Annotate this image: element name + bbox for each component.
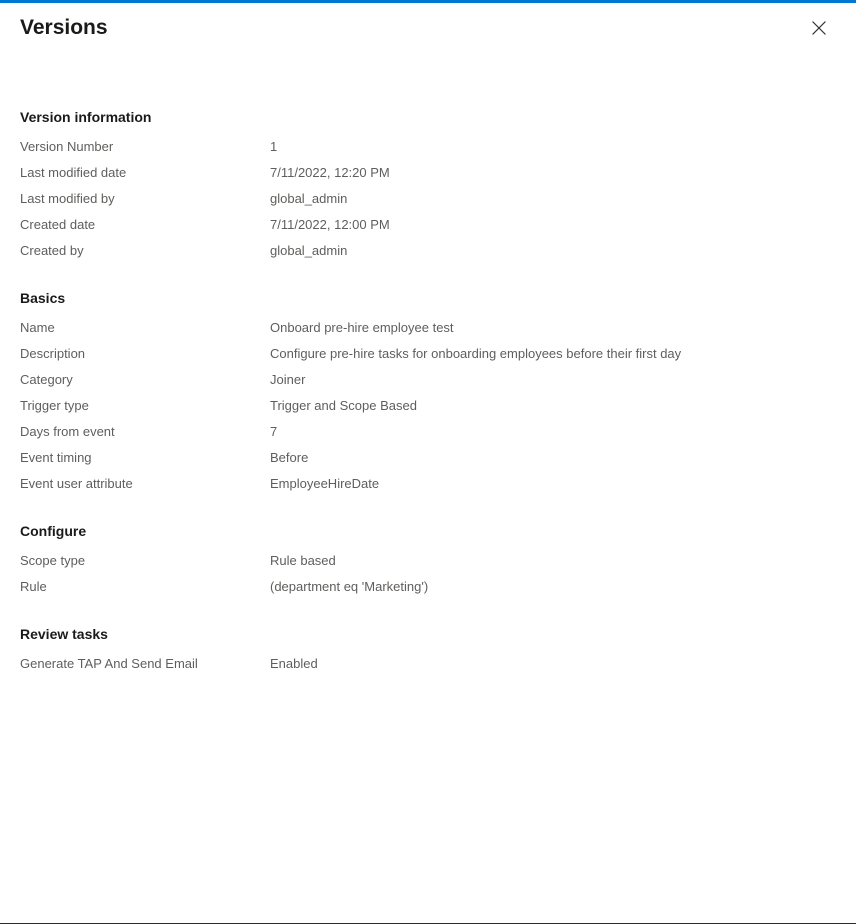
detail-value: Trigger and Scope Based [270, 398, 417, 413]
detail-row: Trigger type Trigger and Scope Based [20, 393, 836, 419]
detail-row: Days from event 7 [20, 419, 836, 445]
detail-row: Scope type Rule based [20, 548, 836, 574]
detail-row: Version Number 1 [20, 134, 836, 160]
sections-container: Version information Version Number 1 Last m… [20, 107, 836, 677]
detail-row: Name Onboard pre-hire employee test [20, 315, 836, 341]
section: Configure Scope type Rule based Rule (depart… [20, 521, 836, 600]
section-heading: Review tasks [20, 626, 108, 642]
detail-row: Created date 7/11/2022, 12:00 PM [20, 212, 836, 238]
section: Basics Name Onboard pre-hire employee test… [20, 288, 836, 497]
detail-label: Category [20, 372, 73, 387]
detail-label: Name [20, 320, 55, 335]
detail-label: Description [20, 346, 86, 361]
detail-label: Days from event [20, 424, 115, 439]
detail-label: Event timing [20, 450, 92, 465]
detail-value: Before [270, 450, 309, 465]
detail-label: Version Number [20, 139, 114, 154]
detail-row: Last modified by global_admin [20, 186, 836, 212]
panel-body: Version information Version Number 1 Last m… [0, 52, 856, 923]
section-heading: Basics [20, 290, 66, 306]
detail-row: Last modified date 7/11/2022, 12:20 PM [20, 160, 836, 186]
detail-value: Configure pre-hire tasks for onboarding … [270, 346, 682, 361]
section-heading: Version information [20, 109, 152, 125]
detail-row: Event user attribute EmployeeHireDate [20, 471, 836, 497]
detail-label: Event user attribute [20, 476, 133, 491]
detail-label: Last modified date [20, 165, 127, 180]
versions-panel: Versions Version information Version Numb… [0, 0, 856, 924]
detail-value: EmployeeHireDate [270, 476, 380, 491]
panel-header: Versions [0, 3, 856, 52]
detail-label: Last modified by [20, 191, 115, 206]
detail-label: Created date [20, 217, 96, 232]
detail-row: Created by global_admin [20, 238, 836, 264]
detail-row: Rule (department eq 'Marketing') [20, 574, 836, 600]
detail-value: Onboard pre-hire employee test [270, 320, 454, 335]
detail-row: Event timing Before [20, 445, 836, 471]
detail-label: Scope type [20, 553, 86, 568]
detail-label: Created by [20, 243, 84, 258]
detail-value: 1 [270, 139, 278, 154]
detail-value: global_admin [270, 243, 348, 258]
detail-value: global_admin [270, 191, 348, 206]
detail-label: Generate TAP And Send Email [20, 656, 198, 671]
detail-label: Trigger type [20, 398, 89, 413]
detail-row: Generate TAP And Send Email Enabled [20, 651, 836, 677]
detail-value: Rule based [270, 553, 336, 568]
section: Version information Version Number 1 Last m… [20, 107, 836, 264]
detail-value: (department eq 'Marketing') [270, 579, 429, 594]
detail-label: Rule [20, 579, 47, 594]
detail-value: 7/11/2022, 12:00 PM [270, 217, 390, 232]
section: Review tasks Generate TAP And Send Email E… [20, 624, 836, 677]
close-button[interactable] [803, 12, 835, 44]
detail-row: Category Joiner [20, 367, 836, 393]
detail-value: 7/11/2022, 12:20 PM [270, 165, 390, 180]
detail-value: Joiner [270, 372, 306, 387]
section-heading: Configure [20, 523, 87, 539]
page-title: Versions [20, 15, 108, 39]
close-icon [812, 20, 826, 35]
detail-value: Enabled [270, 656, 318, 671]
detail-row: Description Configure pre-hire tasks for … [20, 341, 836, 367]
detail-value: 7 [270, 424, 278, 439]
